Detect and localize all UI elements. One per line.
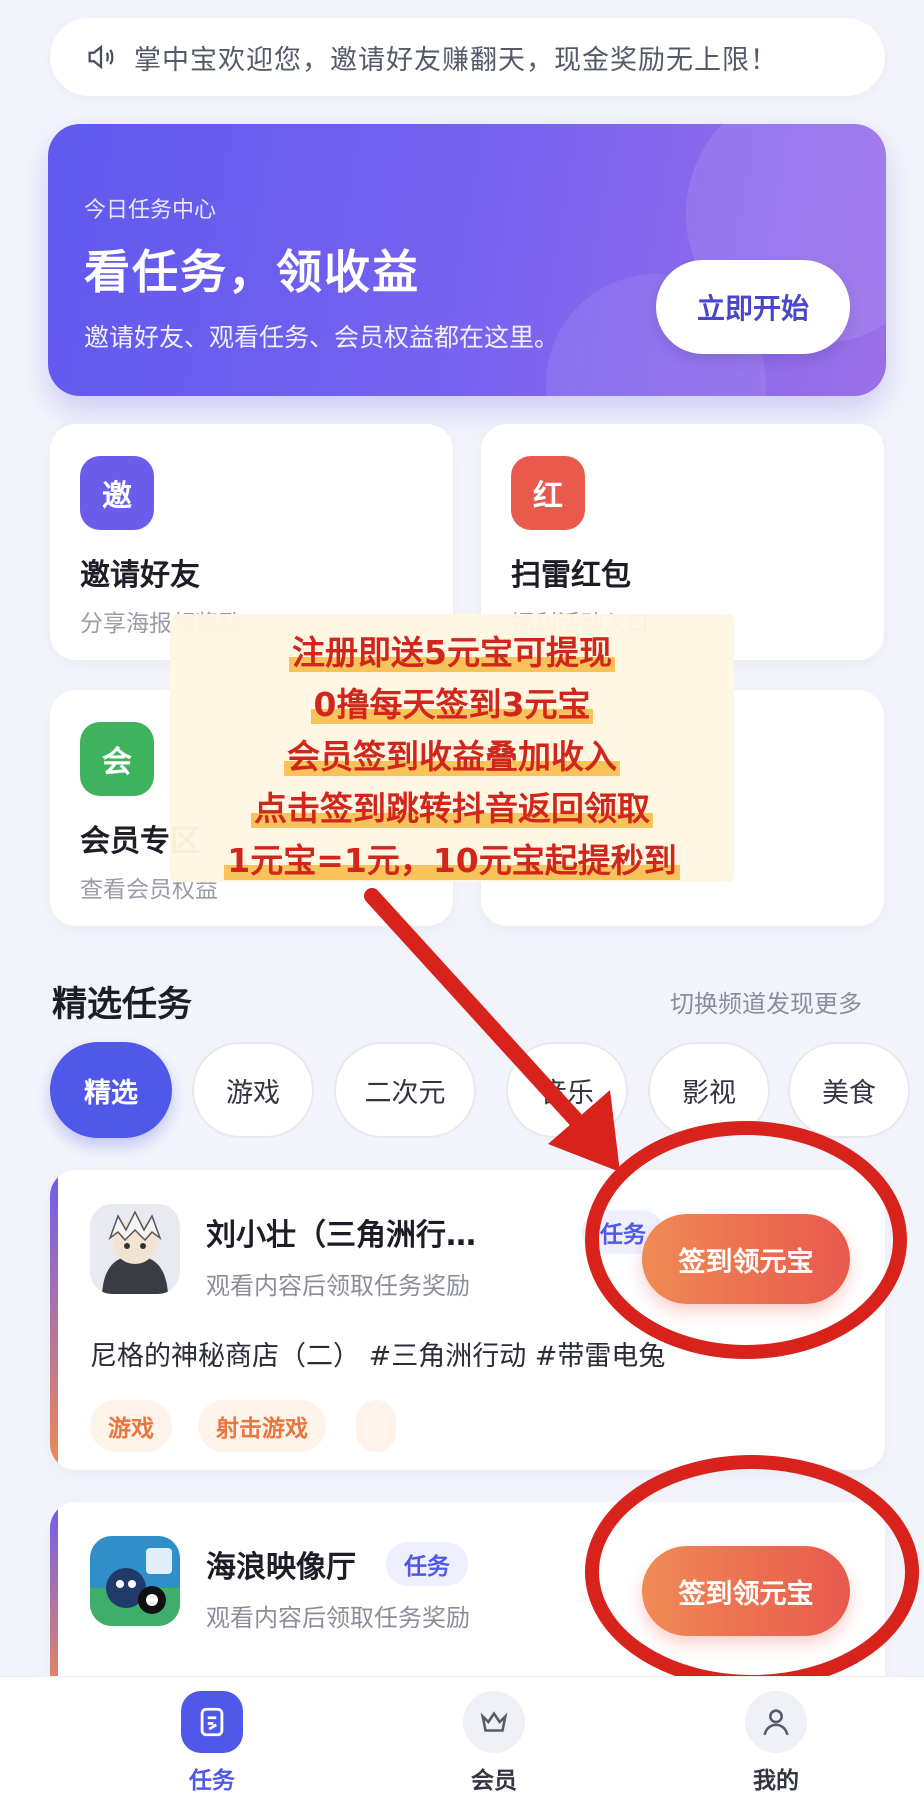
promo-line: 注册即送5元宝可提现 xyxy=(170,626,734,674)
task-card[interactable]: 刘小壮（三角洲行… 任务 观看内容后领取任务奖励 签到领元宝 尼格的神秘商店（二… xyxy=(50,1170,885,1470)
hero-description: 邀请好友、观看任务、会员权益都在这里。 xyxy=(84,323,560,352)
task-subtitle: 观看内容后领取任务奖励 xyxy=(206,1272,470,1300)
task-page: 掌中宝欢迎您，邀请好友赚翻天，现金奖励无上限！ 今日任务中心 看任务，领收益 邀… xyxy=(0,0,924,1810)
hero-title: 看任务，领收益 xyxy=(84,245,420,299)
promo-line: 0撸每天签到3元宝 xyxy=(170,678,734,726)
invite-badge-icon: 邀 xyxy=(80,456,154,530)
nav-label: 任务 xyxy=(189,1768,235,1794)
notice-text: 掌中宝欢迎您，邀请好友赚翻天，现金奖励无上限！ xyxy=(134,44,778,76)
genre-tag: 游戏 xyxy=(90,1400,172,1452)
promo-line: 会员签到收益叠加收入 xyxy=(170,730,734,778)
hero-subtitle: 今日任务中心 xyxy=(84,198,217,223)
task-title: 刘小壮（三角洲行… xyxy=(206,1218,476,1253)
start-button[interactable]: 立即开始 xyxy=(656,260,850,354)
speaker-icon xyxy=(88,44,114,70)
card-accent-bar xyxy=(50,1502,58,1702)
tab-games[interactable]: 游戏 xyxy=(192,1042,314,1138)
crown-icon xyxy=(463,1691,525,1753)
tab-featured[interactable]: 精选 xyxy=(50,1042,172,1138)
promo-line: 点击签到跳转抖音返回领取 xyxy=(170,782,734,830)
nav-label: 会员 xyxy=(471,1768,517,1794)
promo-overlay: 注册即送5元宝可提现 0撸每天签到3元宝 会员签到收益叠加收入 点击签到跳转抖音… xyxy=(170,614,734,882)
claim-button[interactable]: 签到领元宝 xyxy=(642,1546,850,1636)
task-card[interactable]: 海浪映像厅 任务 观看内容后领取任务奖励 签到领元宝 xyxy=(50,1502,885,1702)
tab-film[interactable]: 影视 xyxy=(648,1042,770,1138)
card-accent-bar xyxy=(50,1170,58,1470)
nav-member[interactable]: 会员 xyxy=(424,1691,564,1803)
task-title: 海浪映像厅 xyxy=(206,1550,356,1585)
member-badge-icon: 会 xyxy=(80,722,154,796)
tab-food[interactable]: 美食 xyxy=(788,1042,910,1138)
genre-tag xyxy=(356,1400,396,1452)
task-icon xyxy=(181,1691,243,1753)
feature-name: 邀请好友 xyxy=(80,558,200,593)
user-icon xyxy=(745,1691,807,1753)
task-tag: 任务 xyxy=(386,1542,468,1586)
nav-profile[interactable]: 我的 xyxy=(706,1691,846,1803)
bottom-nav: 任务 会员 我的 xyxy=(0,1676,924,1810)
tab-anime[interactable]: 二次元 xyxy=(334,1042,476,1138)
notice-bar[interactable]: 掌中宝欢迎您，邀请好友赚翻天，现金奖励无上限！ xyxy=(50,18,885,96)
genre-tag: 射击游戏 xyxy=(198,1400,326,1452)
task-subtitle: 观看内容后领取任务奖励 xyxy=(206,1604,470,1632)
nav-label: 我的 xyxy=(753,1768,799,1794)
claim-button[interactable]: 签到领元宝 xyxy=(642,1214,850,1304)
avatar xyxy=(90,1536,180,1626)
tab-music[interactable]: 音乐 xyxy=(506,1042,628,1138)
redpacket-badge-icon: 红 xyxy=(511,456,585,530)
task-description: 尼格的神秘商店（二） #三角洲行动 #带雷电兔 xyxy=(90,1341,666,1372)
avatar xyxy=(90,1204,180,1294)
hero-banner: 今日任务中心 看任务，领收益 邀请好友、观看任务、会员权益都在这里。 立即开始 xyxy=(48,124,886,396)
section-more-link[interactable]: 切换频道发现更多 xyxy=(670,984,862,1019)
section-title: 精选任务 xyxy=(52,985,193,1025)
feature-name: 扫雷红包 xyxy=(511,558,631,593)
promo-line: 1元宝=1元，10元宝起提秒到 xyxy=(170,834,734,882)
nav-tasks[interactable]: 任务 xyxy=(142,1683,282,1803)
